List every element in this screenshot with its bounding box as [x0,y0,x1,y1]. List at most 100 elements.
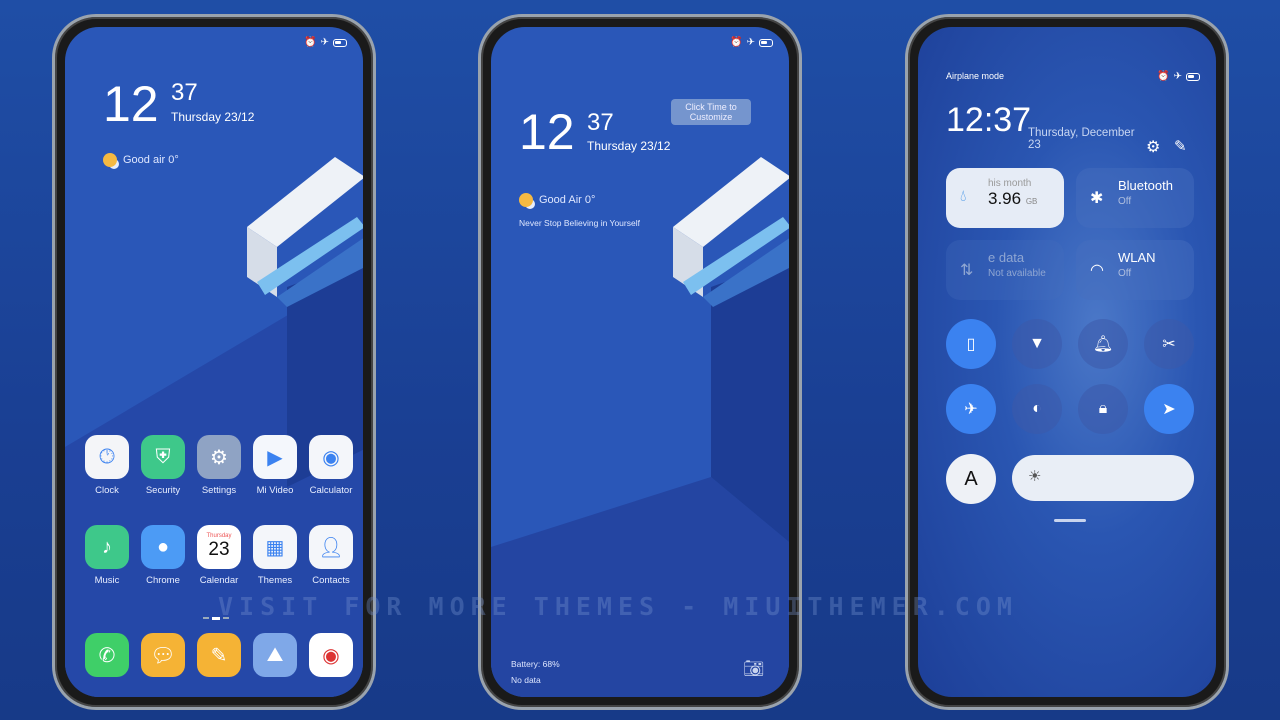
tile-title: WLAN [1118,250,1156,265]
airplane-mode-label: Airplane mode [946,71,1005,81]
calendar-date: 23 [208,539,230,560]
bell-icon: 🔔︎ [1092,336,1114,353]
battery-status: Battery: 68% [511,659,560,669]
app-label: Contacts [312,575,350,586]
clock-icon: 🕐︎ [85,435,129,479]
person-icon: 👤︎ [309,525,353,569]
app-label: Music [94,575,120,586]
tile-title: e data [988,250,1025,265]
calculator-icon: ◉ [309,435,353,479]
message-icon: 💬︎ [141,633,185,677]
app-calculator[interactable]: ◉ Calculator [305,435,357,496]
planet-icon: ● [141,525,185,569]
app-calendar[interactable]: Thursday 23 Calendar [193,525,245,586]
alarm-icon: ⏰ [304,37,317,48]
date: Thursday, December 23 [1028,127,1135,151]
date: Thursday 23/12 [171,110,255,124]
battery-icon [1186,72,1200,81]
contrast-toggle[interactable]: ◐ [1012,384,1062,434]
dock-app[interactable]: 💬︎ [137,633,189,683]
weather[interactable]: Good air 0° [103,153,179,167]
tile-sub: Off [1118,268,1132,279]
clock-minute[interactable]: 37 [171,79,198,107]
location-toggle[interactable]: ➤ [1144,384,1194,434]
status-bar: ⏰ ✈ [304,37,347,48]
bluetooth-icon: ✱ [1090,190,1104,207]
music-note-icon: ♪ [85,525,129,569]
screenshot-toggle[interactable]: ✂ [1144,319,1194,369]
weather[interactable]: Good Air 0° [519,193,595,207]
airplane-icon: ✈ [746,37,755,48]
lock-toggle[interactable]: 🔒︎ [1078,384,1128,434]
tile-sub: his month [988,178,1032,189]
app-label: Clock [95,485,119,496]
app-contacts[interactable]: 👤︎ Contacts [305,525,357,586]
airplane-icon: ✈ [1173,71,1182,82]
battery-icon [333,38,347,47]
app-label: Calculator [309,485,353,496]
app-chrome[interactable]: ● Chrome [137,525,189,586]
tile-title: Bluetooth [1118,178,1173,193]
auto-brightness-button[interactable]: A [946,454,996,504]
motto: Never Stop Believing in Yourself [519,218,640,228]
alarm-icon: ⏰ [730,37,743,48]
flashlight-toggle[interactable]: ▼ [1012,319,1062,369]
dock-app[interactable]: ✎ [193,633,245,683]
dock-app[interactable]: ✆ [81,633,133,683]
mobile-data-tile[interactable]: ⇅ e data Not available [946,240,1064,300]
clock-hour[interactable]: 12 [519,103,575,161]
status-bar: ⏰ ✈ [1157,71,1200,82]
shield-icon: ⛨ [141,435,185,479]
tile-value: 3.96 [988,189,1022,208]
app-label: Mi Video [256,485,294,496]
app-label: Themes [257,575,293,586]
app-clock[interactable]: 🕐︎ Clock [81,435,133,496]
airplane-toggle[interactable]: ✈ [946,384,996,434]
app-label: Security [145,485,181,496]
clock-minute[interactable]: 37 [587,109,614,137]
location-icon: ➤ [1162,401,1176,418]
settings-icon[interactable]: ⚙ [1146,137,1160,157]
weather-text: Good air 0° [123,153,179,166]
app-label: Chrome [146,575,180,586]
bell-toggle[interactable]: 🔔︎ [1078,319,1128,369]
play-icon: ▶ [253,435,297,479]
dock-app[interactable]: ⛰ [249,633,301,683]
edit-icon[interactable]: ✎ [1174,137,1187,155]
flashlight-icon: ▼ [1029,335,1045,352]
app-label: Settings [201,485,237,496]
app-mi-video[interactable]: ▶ Mi Video [249,435,301,496]
gear-icon: ⚙ [197,435,241,479]
clock[interactable]: 12:37 [946,101,1031,140]
gallery-icon: ⛰ [253,633,297,677]
dock-app[interactable]: ◉ [305,633,357,683]
status-bar: ⏰ ✈ [730,37,773,48]
phone-icon: ✆ [85,633,129,677]
app-security[interactable]: ⛨ Security [137,435,189,496]
app-music[interactable]: ♪ Music [81,525,133,586]
customize-tooltip[interactable]: Click Time to Customize [671,99,751,125]
data-usage-tile[interactable]: 💧︎ his month 3.96 GB [946,168,1064,228]
camera-icon[interactable]: 📷︎ [743,659,765,679]
clock-hour[interactable]: 12 [103,75,159,133]
brightness-slider[interactable]: ☀ [1012,455,1194,501]
screenshot-icon: ✂ [1162,336,1176,353]
tile-unit: GB [1025,197,1038,206]
weather-icon [519,193,533,207]
weather-icon [103,153,117,167]
vibrate-toggle[interactable]: ▯ [946,319,996,369]
wifi-icon: ◠ [1090,262,1104,279]
app-settings[interactable]: ⚙ Settings [193,435,245,496]
airplane-icon: ✈ [964,401,978,418]
bluetooth-tile[interactable]: ✱ Bluetooth Off [1076,168,1194,228]
tile-sub: Off [1118,196,1132,207]
app-themes[interactable]: ▦ Themes [249,525,301,586]
weather-text: Good Air 0° [539,193,596,206]
contrast-icon: ◐ [1032,400,1042,417]
battery-icon [759,38,773,47]
camera-icon: ◉ [309,633,353,677]
date: Thursday 23/12 [587,139,671,153]
app-label: Calendar [199,575,239,586]
wlan-tile[interactable]: ◠ WLAN Off [1076,240,1194,300]
drag-handle[interactable] [1054,519,1086,522]
